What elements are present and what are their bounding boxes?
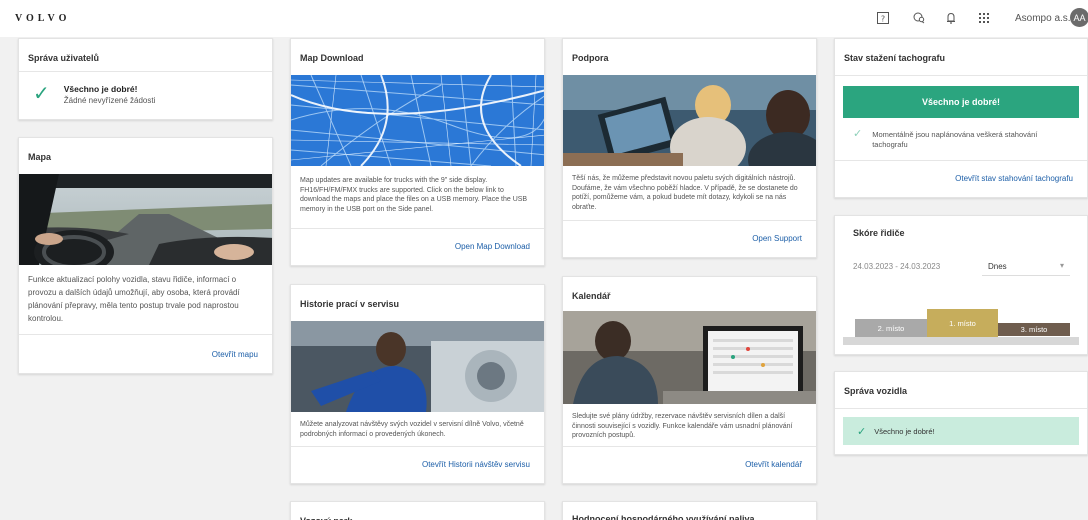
tachograph-card: Stav stažení tachografu Všechno je dobré… — [834, 38, 1088, 198]
card-title: Stav stažení tachografu — [844, 53, 946, 63]
driver-score-card: Skóre řidiče 24.03.2023 - 24.03.2023 Dne… — [834, 215, 1088, 355]
check-icon: ✓ — [33, 83, 50, 105]
open-tachograph-link[interactable]: Otevřít stav stahování tachografu — [955, 174, 1073, 183]
fuel-efficiency-card: Hodnocení hospodárného využívání paliva — [562, 501, 817, 520]
podium-third: 3. místo — [998, 323, 1070, 336]
vehicle-management-card: Správa vozidla ✓ Všechno je dobré! — [834, 371, 1088, 455]
podium-label: 1. místo — [949, 318, 976, 328]
map-card: Mapa Funkce aktualizací polohy vozidla, … — [18, 137, 273, 374]
bell-icon[interactable] — [943, 10, 959, 26]
svg-text:?: ? — [881, 15, 885, 24]
support-card: Podpora Těší nás, že můžeme představit n… — [562, 38, 817, 258]
period-select[interactable]: Dnes ▾ — [982, 256, 1070, 276]
map-download-image — [291, 75, 544, 166]
tachograph-message: Momentálně jsou naplánována veškerá stah… — [872, 130, 1038, 149]
card-title: Správa vozidla — [844, 386, 908, 396]
vehicle-status-text: Všechno je dobré! — [874, 426, 935, 436]
open-map-link[interactable]: Otevřít mapu — [212, 350, 258, 359]
card-title: Mapa — [28, 152, 52, 162]
calendar-image — [563, 311, 816, 404]
check-icon: ✓ — [853, 128, 863, 140]
service-history-image — [291, 321, 544, 412]
user-management-card: Správa uživatelů ✓ Všechno je dobré! Žád… — [18, 38, 273, 120]
card-description: Map updates are available for trucks wit… — [300, 177, 528, 213]
open-map-download-link[interactable]: Open Map Download — [455, 242, 530, 251]
tachograph-status-button[interactable]: Všechno je dobré! — [843, 86, 1079, 118]
calendar-card: Kalendář Sledujte své plány údržby, reze… — [562, 276, 817, 484]
chevron-down-icon: ▾ — [1059, 261, 1064, 270]
period-select-value: Dnes — [988, 262, 1007, 271]
avatar[interactable]: AA — [1070, 8, 1088, 27]
card-description: Sledujte své plány údržby, rezervace náv… — [572, 413, 793, 439]
card-title: Hodnocení hospodárného využívání paliva — [572, 514, 755, 520]
podium-first: 1. místo — [927, 309, 998, 337]
help-icon[interactable]: ? — [875, 10, 891, 26]
service-history-card: Historie prací v servisu Můžete analyzov… — [290, 284, 545, 484]
chat-icon[interactable] — [911, 10, 927, 26]
card-title: Správa uživatelů — [28, 53, 100, 63]
card-title: Skóre řidiče — [853, 228, 905, 238]
podium-label: 3. místo — [1020, 325, 1048, 334]
apps-grid-icon[interactable] — [976, 10, 992, 26]
open-support-link[interactable]: Open Support — [752, 234, 802, 243]
podium-label: 2. místo — [877, 323, 905, 333]
company-name[interactable]: Asompo a.s. — [1015, 13, 1071, 24]
card-title: Historie prací v servisu — [300, 299, 400, 309]
check-icon: ✓ — [857, 425, 867, 438]
podium-second: 2. místo — [855, 319, 927, 337]
open-service-history-link[interactable]: Otevřít Historii návštěv servisu — [422, 460, 530, 469]
card-title: Vozový park — [291, 502, 544, 520]
date-range[interactable]: 24.03.2023 - 24.03.2023 — [853, 262, 940, 271]
card-title: Podpora — [572, 53, 609, 63]
support-image — [563, 75, 816, 166]
card-title: Kalendář — [572, 291, 611, 301]
map-card-image — [19, 174, 272, 265]
card-title: Map Download — [300, 53, 364, 63]
card-description: Můžete analyzovat návštěvy svých vozidel… — [300, 421, 524, 438]
top-bar: VOLVO ? Asompo a.s. AA — [0, 0, 1088, 37]
status-subtitle: Žádné nevyřízené žádosti — [63, 96, 156, 105]
status-title: Všechno je dobré! — [63, 84, 138, 94]
volvo-logo[interactable]: VOLVO — [15, 13, 70, 24]
map-download-card: Map Download Map updates are available f… — [290, 38, 545, 266]
open-calendar-link[interactable]: Otevřít kalendář — [745, 460, 802, 469]
fleet-card: Vozový park — [290, 501, 545, 520]
podium-base — [843, 337, 1079, 345]
card-description: Těší nás, že můžeme představit novou pal… — [572, 175, 798, 211]
card-description: Funkce aktualizací polohy vozidla, stavu… — [28, 275, 240, 323]
vehicle-status: ✓ Všechno je dobré! — [843, 417, 1079, 445]
